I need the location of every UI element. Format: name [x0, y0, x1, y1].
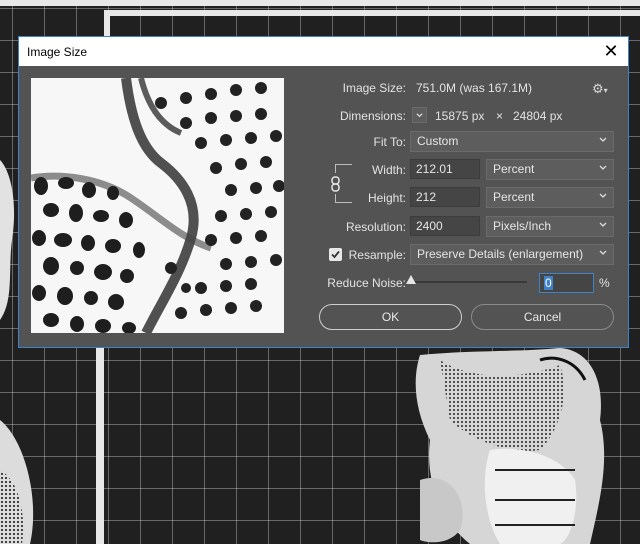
height-unit-value: Percent — [493, 190, 535, 204]
chain-link-icon[interactable] — [329, 176, 342, 192]
reduce-noise-label: Reduce Noise: — [327, 276, 406, 290]
chevron-down-icon — [599, 165, 607, 170]
dimensions-label: Dimensions: — [339, 109, 406, 123]
chevron-down-icon — [599, 222, 607, 227]
preview-halftone-image — [31, 78, 284, 333]
fit-to-label: Fit To: — [373, 135, 406, 149]
image-size-dialog: Image Size ✕ Image Size: 751.0M (was 167… — [18, 36, 629, 348]
fit-to-value: Custom — [417, 134, 459, 148]
cancel-button[interactable]: Cancel — [471, 304, 614, 330]
resolution-label: Resolution: — [345, 220, 406, 234]
reduce-noise-input[interactable]: 0 — [539, 273, 594, 293]
width-input[interactable] — [410, 159, 480, 179]
reduce-noise-slider[interactable] — [411, 281, 527, 283]
close-icon: ✕ — [603, 41, 619, 61]
dialog-titlebar: Image Size ✕ — [19, 37, 628, 66]
resolution-unit-dropdown[interactable]: Pixels/Inch — [486, 216, 614, 237]
chevron-down-icon — [416, 113, 423, 118]
chevron-down-icon — [599, 193, 607, 198]
ok-button[interactable]: OK — [319, 304, 462, 330]
dimensions-times: × — [496, 109, 504, 123]
resample-method-dropdown[interactable]: Preserve Details (enlargement) — [410, 244, 614, 265]
chevron-down-icon — [599, 250, 607, 255]
height-input[interactable] — [410, 187, 480, 207]
checkmark-icon — [331, 250, 340, 259]
slider-thumb-icon[interactable] — [406, 275, 416, 284]
resolution-input[interactable] — [410, 216, 480, 236]
dimensions-dropdown[interactable] — [412, 107, 427, 123]
dimensions-height: 24804 px — [513, 109, 563, 123]
fit-to-dropdown[interactable]: Custom — [410, 131, 614, 152]
width-unit-value: Percent — [493, 162, 535, 176]
resample-label: Resample: — [348, 248, 406, 262]
width-label: Width: — [371, 163, 406, 177]
gear-icon[interactable]: ⚙▾ — [592, 81, 608, 97]
resample-checkbox[interactable] — [329, 248, 342, 261]
height-label: Height: — [367, 191, 406, 205]
image-preview[interactable] — [31, 78, 284, 333]
dialog-title: Image Size — [27, 45, 88, 59]
image-size-label: Image Size: — [342, 81, 406, 95]
close-button[interactable]: ✕ — [594, 37, 628, 66]
width-unit-dropdown[interactable]: Percent — [486, 159, 614, 180]
resample-method-value: Preserve Details (enlargement) — [417, 247, 584, 261]
reduce-noise-unit: % — [599, 276, 610, 290]
height-unit-dropdown[interactable]: Percent — [486, 187, 614, 208]
dimensions-width: 15875 px — [435, 109, 485, 123]
reduce-noise-value: 0 — [544, 276, 553, 290]
chevron-down-icon — [599, 137, 607, 142]
resolution-unit-value: Pixels/Inch — [493, 219, 552, 233]
image-size-value: 751.0M (was 167.1M) — [416, 81, 533, 95]
